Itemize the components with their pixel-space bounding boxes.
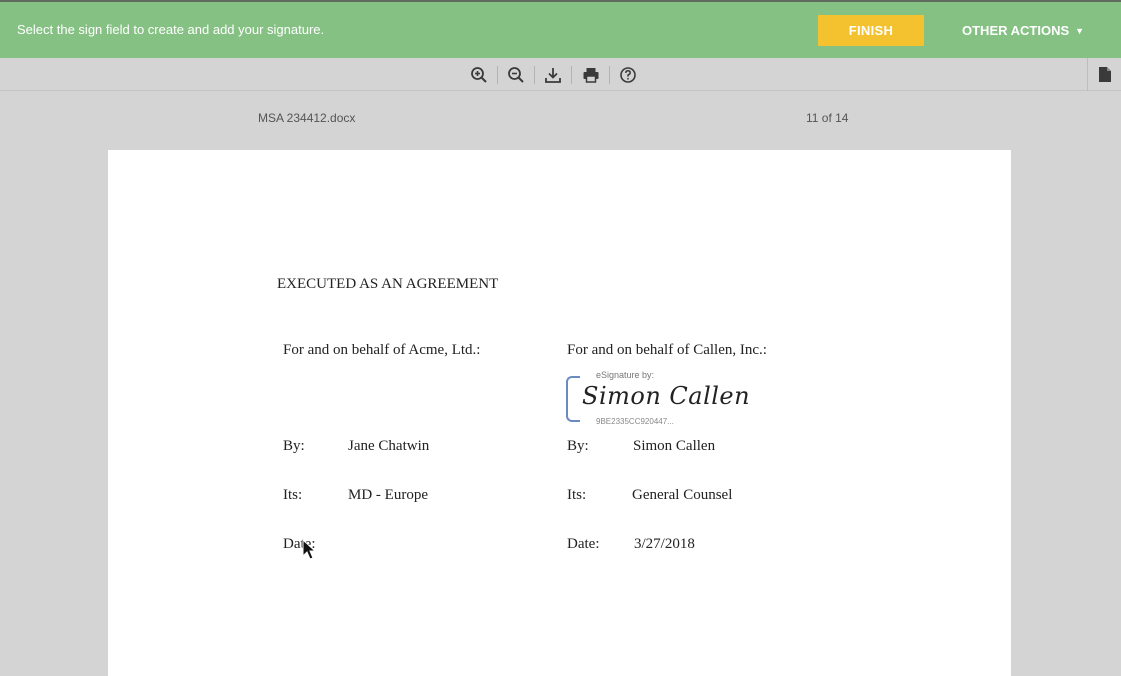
help-button[interactable] [617,64,639,86]
document-page [108,150,1011,676]
other-actions-menu[interactable]: OTHER ACTIONS ▼ [962,23,1084,38]
caret-down-icon: ▼ [1075,26,1085,36]
signature-label: eSignature by: [594,370,657,380]
toolbar-divider [534,66,535,84]
print-icon [583,68,599,83]
left-its-label: Its: [283,487,303,503]
zoom-out-button[interactable] [505,64,527,86]
top-bar: Select the sign field to create and add … [0,0,1121,58]
right-behalf-text: For and on behalf of Callen, Inc.: [567,342,767,358]
file-button[interactable] [1087,58,1121,91]
signature-hash: 9BE2335CC920447... [594,417,676,426]
zoom-in-button[interactable] [468,64,490,86]
finish-button[interactable]: FINISH [818,15,924,46]
print-button[interactable] [580,64,602,86]
right-its-label: Its: [567,487,587,503]
agreement-heading: EXECUTED AS AN AGREEMENT [277,276,499,292]
right-its-value: General Counsel [632,487,733,503]
toolbar-divider [571,66,572,84]
zoom-out-icon [508,67,524,83]
document-name: MSA 234412.docx [258,111,356,125]
download-button[interactable] [542,64,564,86]
zoom-in-icon [471,67,487,83]
right-date-label: Date: [567,536,600,552]
toolbar [0,58,1121,91]
signature-frame [566,376,580,422]
other-actions-label: OTHER ACTIONS [962,23,1070,38]
instruction-message: Select the sign field to create and add … [17,22,325,37]
toolbar-divider [497,66,498,84]
signature-name: Simon Callen [582,382,751,410]
file-icon [1098,67,1111,82]
left-by-label: By: [283,438,305,454]
left-by-value: Jane Chatwin [348,438,430,454]
page-indicator: 11 of 14 [806,111,849,125]
right-by-value: Simon Callen [633,438,716,454]
right-date-value: 3/27/2018 [634,536,695,552]
left-behalf-text: For and on behalf of Acme, Ltd.: [283,342,481,358]
right-by-label: By: [567,438,589,454]
mouse-pointer-icon [302,539,316,560]
signature-field[interactable]: eSignature by: Simon Callen 9BE2335CC920… [566,370,750,426]
toolbar-divider [609,66,610,84]
help-icon [620,67,636,83]
download-icon [545,68,561,83]
left-its-value: MD - Europe [348,487,428,503]
